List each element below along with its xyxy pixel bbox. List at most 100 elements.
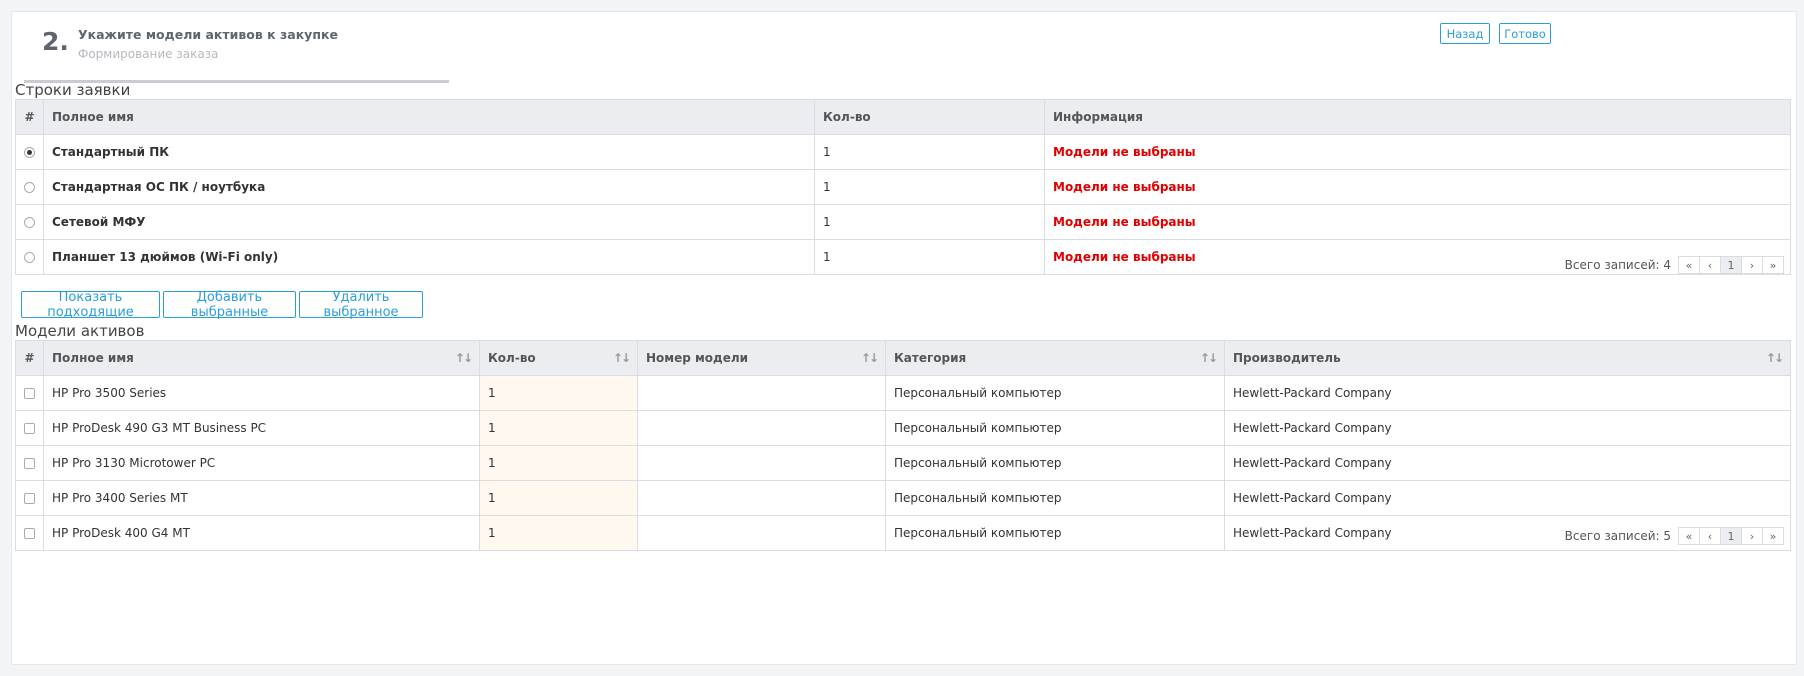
first-page-button[interactable]: « — [1678, 256, 1700, 274]
show-matching-button[interactable]: Показать подходящие — [21, 290, 160, 320]
page-number[interactable]: 1 — [1720, 527, 1742, 545]
column-header-label: Производитель — [1233, 351, 1341, 365]
row-checkbox[interactable] — [24, 458, 35, 469]
model-number — [637, 480, 886, 516]
prev-page-button[interactable]: ‹ — [1699, 527, 1721, 545]
table-header-row: # Полное имя Кол-во Информация — [15, 99, 1791, 135]
step-indicator: 2. Укажите модели активов к закупке Форм… — [24, 12, 449, 83]
asset-models-table: # Полное имя ↑↓ Кол-во ↑↓ Номер модели ↑↓ К… — [15, 340, 1791, 551]
model-qty-input[interactable]: 1 — [479, 375, 638, 411]
table-row[interactable]: Планшет 13 дюймов (Wi-Fi only) 1 Модели … — [15, 239, 1791, 275]
first-page-button[interactable]: « — [1678, 527, 1700, 545]
model-qty-input[interactable]: 1 — [479, 445, 638, 481]
model-name: HP Pro 3500 Series — [43, 375, 480, 411]
page-number[interactable]: 1 — [1720, 256, 1742, 274]
model-name: HP Pro 3400 Series MT — [43, 480, 480, 516]
model-name: HP ProDesk 490 G3 MT Business PC — [43, 410, 480, 446]
step-number: 2. — [42, 27, 69, 56]
model-qty-input[interactable]: 1 — [479, 480, 638, 516]
row-checkbox[interactable] — [24, 423, 35, 434]
model-number — [637, 515, 886, 551]
remove-selected-button[interactable]: Удалить выбранное — [299, 290, 423, 320]
row-checkbox[interactable] — [24, 528, 35, 539]
sort-icon[interactable]: ↑↓ — [861, 351, 879, 365]
sort-icon[interactable]: ↑↓ — [613, 351, 631, 365]
column-header-model-number[interactable]: Номер модели ↑↓ — [637, 340, 886, 376]
line-name: Сетевой МФУ — [43, 204, 815, 240]
model-number — [637, 445, 886, 481]
model-category: Персональный компьютер — [885, 515, 1225, 551]
step-subtitle: Формирование заказа — [78, 47, 219, 61]
next-page-button[interactable]: › — [1741, 527, 1763, 545]
table-row[interactable]: HP ProDesk 400 G4 MT 1 Персональный комп… — [15, 515, 1791, 551]
model-category: Персональный компьютер — [885, 375, 1225, 411]
table-row[interactable]: Сетевой МФУ 1 Модели не выбраны — [15, 204, 1791, 240]
records-total: Всего записей: 5 — [1564, 529, 1671, 543]
last-page-button[interactable]: » — [1762, 527, 1784, 545]
model-qty-input[interactable]: 1 — [479, 515, 638, 551]
model-vendor: Hewlett-Packard Company — [1224, 480, 1791, 516]
model-number — [637, 375, 886, 411]
step-title: Укажите модели активов к закупке — [78, 27, 338, 42]
model-number — [637, 410, 886, 446]
column-header-label: Кол-во — [488, 351, 536, 365]
back-button[interactable]: Назад — [1440, 23, 1490, 44]
table-row[interactable]: Стандартная ОС ПК / ноутбука 1 Модели не… — [15, 169, 1791, 205]
request-lines-table: # Полное имя Кол-во Информация Стандартн… — [15, 99, 1791, 275]
column-header-category[interactable]: Категория ↑↓ — [885, 340, 1225, 376]
model-vendor: Hewlett-Packard Company — [1224, 445, 1791, 481]
sort-icon[interactable]: ↑↓ — [1766, 351, 1784, 365]
column-header-qty[interactable]: Кол-во ↑↓ — [479, 340, 638, 376]
line-qty: 1 — [814, 169, 1045, 205]
column-header-vendor[interactable]: Производитель ↑↓ — [1224, 340, 1791, 376]
row-radio[interactable] — [24, 182, 35, 193]
main-panel: 2. Укажите модели активов к закупке Форм… — [11, 11, 1797, 665]
last-page-button[interactable]: » — [1762, 256, 1784, 274]
table-row[interactable]: Стандартный ПК 1 Модели не выбраны — [15, 134, 1791, 170]
row-checkbox[interactable] — [24, 388, 35, 399]
line-name: Стандартный ПК — [43, 134, 815, 170]
table-row[interactable]: HP Pro 3400 Series MT 1 Персональный ком… — [15, 480, 1791, 516]
column-header-label: Категория — [894, 351, 967, 365]
asset-models-title: Модели активов — [15, 322, 145, 340]
line-qty: 1 — [814, 204, 1045, 240]
model-category: Персональный компьютер — [885, 480, 1225, 516]
model-vendor: Hewlett-Packard Company — [1224, 410, 1791, 446]
column-header: # — [15, 99, 44, 135]
column-header: # — [15, 340, 44, 376]
model-name: HP ProDesk 400 G4 MT — [43, 515, 480, 551]
table-header-row: # Полное имя ↑↓ Кол-во ↑↓ Номер модели ↑↓ К… — [15, 340, 1791, 376]
line-info: Модели не выбраны — [1044, 134, 1791, 170]
column-header-label: Полное имя — [52, 351, 134, 365]
column-header[interactable]: Информация — [1044, 99, 1791, 135]
line-name: Планшет 13 дюймов (Wi-Fi only) — [43, 239, 815, 275]
model-category: Персональный компьютер — [885, 410, 1225, 446]
column-header-label: Номер модели — [646, 351, 749, 365]
row-radio[interactable] — [24, 217, 35, 228]
prev-page-button[interactable]: ‹ — [1699, 256, 1721, 274]
done-button[interactable]: Готово — [1499, 23, 1551, 44]
request-lines-pager: Всего записей: 4 « ‹ 1 › » — [1565, 256, 1784, 274]
next-page-button[interactable]: › — [1741, 256, 1763, 274]
line-qty: 1 — [814, 134, 1045, 170]
table-row[interactable]: HP Pro 3500 Series 1 Персональный компью… — [15, 375, 1791, 411]
sort-icon[interactable]: ↑↓ — [455, 351, 473, 365]
row-radio[interactable] — [24, 252, 35, 263]
table-row[interactable]: HP Pro 3130 Microtower PC 1 Персональный… — [15, 445, 1791, 481]
model-vendor: Hewlett-Packard Company — [1224, 375, 1791, 411]
row-radio-selected[interactable] — [24, 147, 35, 158]
line-info: Модели не выбраны — [1044, 204, 1791, 240]
line-name: Стандартная ОС ПК / ноутбука — [43, 169, 815, 205]
model-qty-input[interactable]: 1 — [479, 410, 638, 446]
asset-models-pager: Всего записей: 5 « ‹ 1 › » — [1565, 527, 1784, 545]
column-header-name[interactable]: Полное имя ↑↓ — [43, 340, 480, 376]
add-selected-button[interactable]: Добавить выбранные — [163, 290, 296, 320]
column-header[interactable]: Кол-во — [814, 99, 1045, 135]
line-qty: 1 — [814, 239, 1045, 275]
column-header[interactable]: Полное имя — [43, 99, 815, 135]
sort-icon[interactable]: ↑↓ — [1200, 351, 1218, 365]
model-name: HP Pro 3130 Microtower PC — [43, 445, 480, 481]
line-info: Модели не выбраны — [1044, 169, 1791, 205]
row-checkbox[interactable] — [24, 493, 35, 504]
table-row[interactable]: HP ProDesk 490 G3 MT Business PC 1 Персо… — [15, 410, 1791, 446]
